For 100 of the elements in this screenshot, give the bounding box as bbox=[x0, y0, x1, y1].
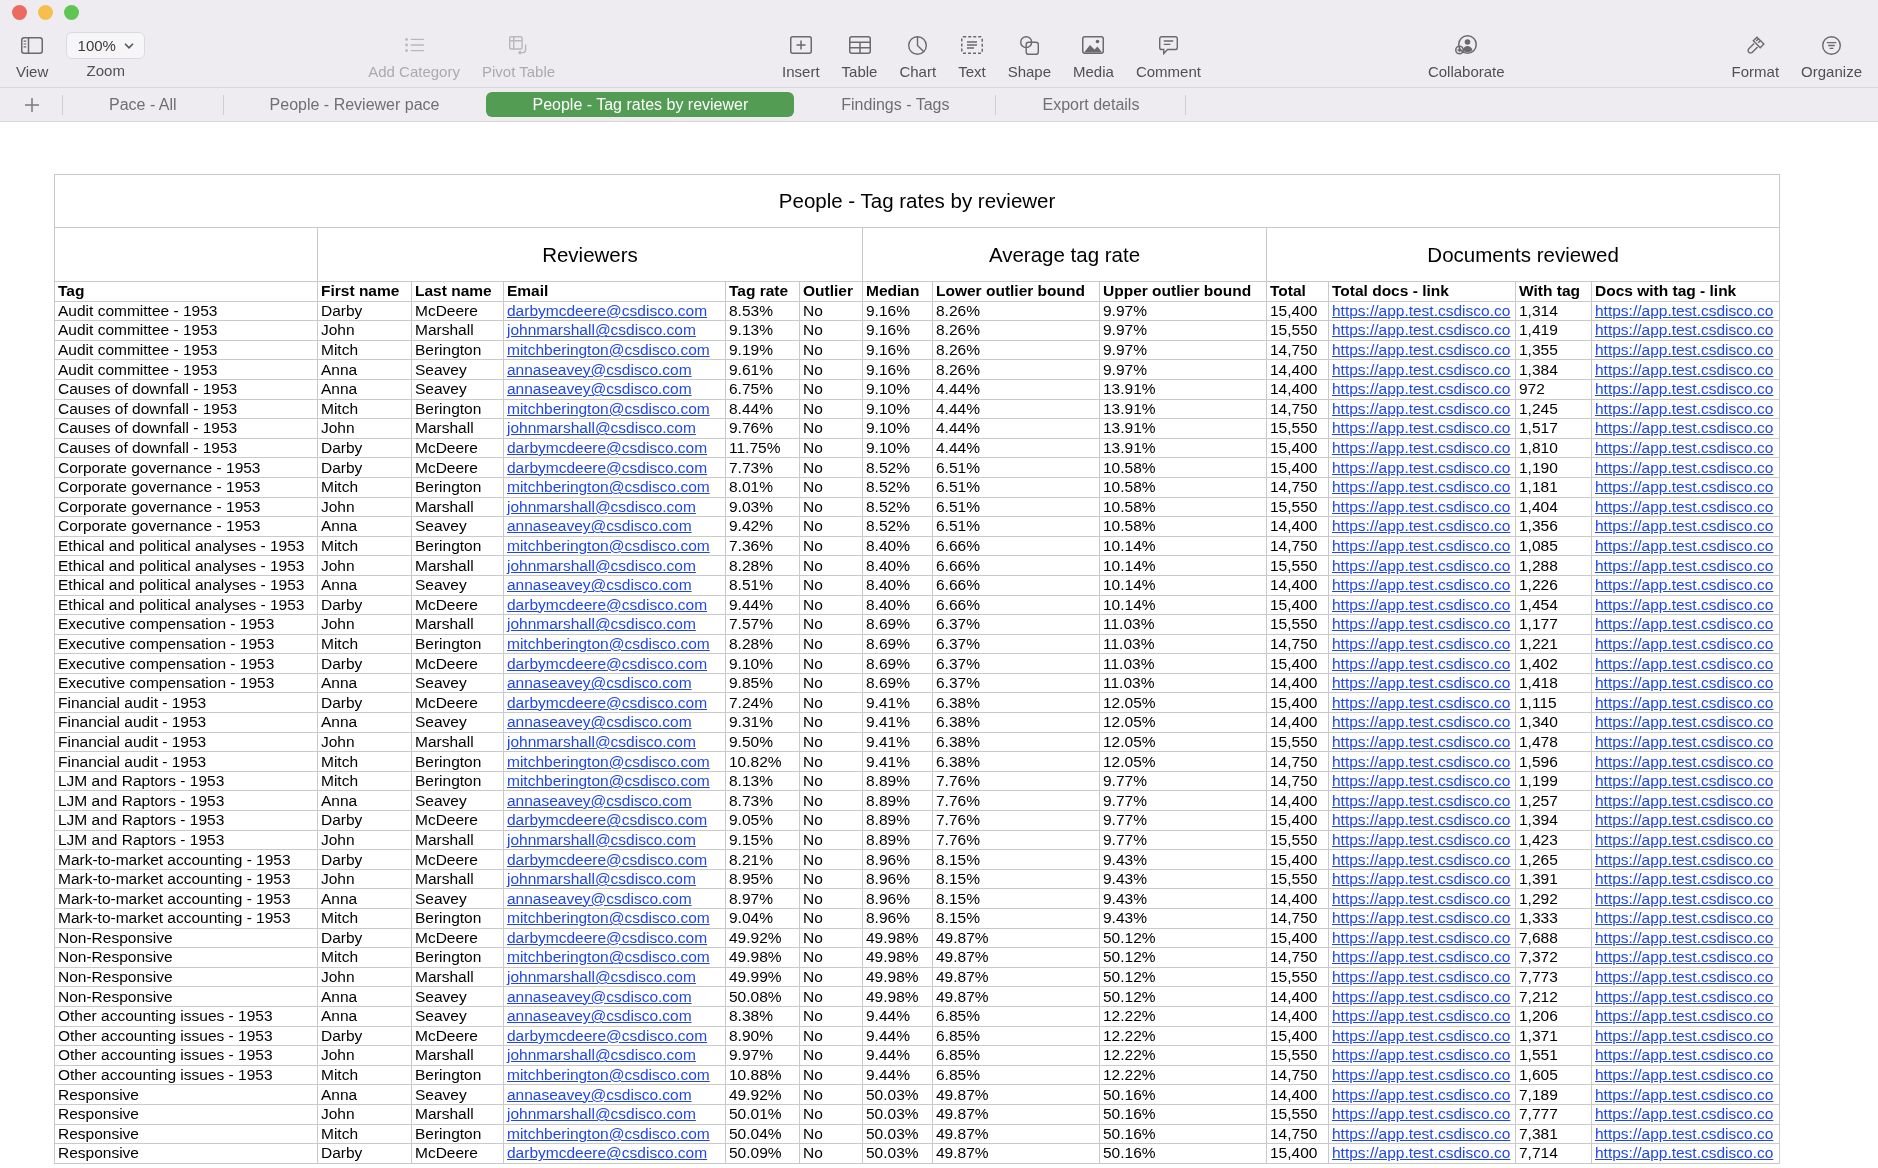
table-cell: Berington bbox=[411, 1065, 504, 1085]
table-cell: No bbox=[799, 771, 863, 791]
table-cell: Other accounting issues - 1953 bbox=[54, 1045, 318, 1066]
table-cell: 1,371 bbox=[1515, 1026, 1592, 1046]
table-cell: 8.96% bbox=[862, 888, 933, 909]
table-cell: Non-Responsive bbox=[54, 947, 318, 968]
image-icon bbox=[1082, 36, 1105, 54]
table-cell: 8.15% bbox=[932, 869, 1100, 889]
table-cell: Anna bbox=[317, 673, 412, 693]
toolbar-button[interactable]: Comment bbox=[1131, 33, 1205, 81]
table-cell: 9.10% bbox=[725, 653, 800, 674]
table-cell: 8.52% bbox=[862, 477, 933, 498]
table-cell: 14,400 bbox=[1266, 673, 1329, 693]
toolbar-button[interactable]: Organize bbox=[1797, 33, 1866, 81]
table-cell: 9.77% bbox=[1099, 830, 1267, 850]
table-cell: John bbox=[317, 320, 412, 341]
table-cell: 9.97% bbox=[725, 1045, 800, 1066]
table-cell: 14,400 bbox=[1266, 379, 1329, 400]
table-cell: 9.44% bbox=[862, 1045, 933, 1066]
table-cell: 49.87% bbox=[932, 1104, 1100, 1125]
table-cell: 14,750 bbox=[1266, 771, 1329, 791]
list-icon bbox=[404, 38, 424, 52]
table-cell: Darby bbox=[317, 692, 412, 713]
table-cell: Causes of downfall - 1953 bbox=[54, 418, 318, 439]
table-cell: No bbox=[799, 1006, 863, 1027]
table-cell: 50.09% bbox=[725, 1143, 800, 1164]
table-cell: 9.97% bbox=[1099, 301, 1267, 321]
table-cell: 15,400 bbox=[1266, 810, 1329, 831]
table-cell: Anna bbox=[317, 1006, 412, 1027]
toolbar-button[interactable]: Media bbox=[1069, 33, 1118, 81]
table-cell: Executive compensation - 1953 bbox=[54, 634, 318, 654]
column-group-header: Documents reviewed bbox=[1266, 227, 1780, 282]
table-cell: 1,355 bbox=[1515, 340, 1592, 360]
zoom-dropdown[interactable]: 100% bbox=[66, 32, 146, 59]
table-cell: No bbox=[799, 888, 863, 909]
table-cell: 9.44% bbox=[862, 1026, 933, 1046]
table-cell: McDeere bbox=[411, 301, 504, 321]
table-cell: Mitch bbox=[317, 1124, 412, 1144]
toolbar-button[interactable]: Format bbox=[1727, 33, 1784, 81]
table-cell: 1,551 bbox=[1515, 1045, 1592, 1066]
table-cell: 7,773 bbox=[1515, 967, 1592, 987]
table-cell: 9.85% bbox=[725, 673, 800, 693]
toolbar-button[interactable]: Collaborate bbox=[1423, 33, 1509, 81]
window-zoom-button[interactable] bbox=[64, 5, 79, 20]
table-cell: 9.19% bbox=[725, 340, 800, 360]
window-minimize-button[interactable] bbox=[38, 5, 53, 20]
sheet-tab[interactable]: People - Reviewer pace bbox=[223, 92, 486, 117]
table-cell: 1,394 bbox=[1515, 810, 1592, 831]
table-cell: McDeere bbox=[411, 928, 504, 948]
table-cell: 8.26% bbox=[932, 340, 1100, 360]
table-cell: John bbox=[317, 497, 412, 517]
table-cell: 1,605 bbox=[1515, 1065, 1592, 1085]
table-cell: 9.41% bbox=[862, 692, 933, 713]
table-cell: 6.66% bbox=[932, 595, 1100, 615]
toolbar-button[interactable]: Insert bbox=[778, 33, 824, 81]
table-cell: No bbox=[799, 340, 863, 360]
table-cell: 7.76% bbox=[932, 810, 1100, 831]
table-cell: 8.40% bbox=[862, 555, 933, 576]
column-header: Tag bbox=[54, 281, 318, 302]
table-cell: 7,372 bbox=[1515, 947, 1592, 968]
table-cell: 6.38% bbox=[932, 692, 1100, 713]
toolbar-button[interactable]: Shape bbox=[1003, 33, 1055, 81]
table-cell: Seavey bbox=[411, 888, 504, 909]
table-cell: 4.44% bbox=[932, 438, 1100, 458]
table-cell: 10.58% bbox=[1099, 457, 1267, 478]
table-cell: 14,750 bbox=[1266, 751, 1329, 772]
table-cell: 1,257 bbox=[1515, 790, 1592, 811]
table-cell: 1,265 bbox=[1515, 849, 1592, 870]
table-cell: 1,418 bbox=[1515, 673, 1592, 693]
table-cell: 9.43% bbox=[1099, 908, 1267, 929]
column-header: Outlier bbox=[799, 281, 863, 302]
table-cell: 49.87% bbox=[932, 986, 1100, 1007]
table-cell: 14,400 bbox=[1266, 516, 1329, 537]
table-cell: Financial audit - 1953 bbox=[54, 751, 318, 772]
table-cell: 6.66% bbox=[932, 536, 1100, 556]
table-cell: 6.85% bbox=[932, 1026, 1100, 1046]
table-cell: 6.85% bbox=[932, 1006, 1100, 1027]
table-cell: Mark-to-market accounting - 1953 bbox=[54, 908, 318, 929]
toolbar-button[interactable]: Chart bbox=[895, 33, 941, 81]
table-cell: 6.37% bbox=[932, 653, 1100, 674]
toolbar-button[interactable]: Text bbox=[954, 33, 990, 81]
table-cell: McDeere bbox=[411, 1143, 504, 1164]
table-cell: 8.52% bbox=[862, 516, 933, 537]
toolbar-button[interactable]: View bbox=[12, 33, 53, 81]
table-cell: 14,400 bbox=[1266, 1084, 1329, 1105]
table-cell: Darby bbox=[317, 810, 412, 831]
table-cell: Other accounting issues - 1953 bbox=[54, 1026, 318, 1046]
table-cell: 14,750 bbox=[1266, 399, 1329, 419]
table-cell: 15,400 bbox=[1266, 653, 1329, 674]
toolbar-button[interactable]: Table bbox=[837, 33, 882, 81]
table-cell: 9.77% bbox=[1099, 790, 1267, 811]
sheet-tab[interactable]: Pace - All bbox=[63, 92, 223, 117]
sheet-tab[interactable]: Export details bbox=[996, 92, 1186, 117]
window-close-button[interactable] bbox=[12, 5, 27, 20]
table-cell: 1,402 bbox=[1515, 653, 1592, 674]
table-cell: Seavey bbox=[411, 673, 504, 693]
table-cell: 7.73% bbox=[725, 457, 800, 478]
sheet-tab[interactable]: Findings - Tags bbox=[795, 92, 996, 117]
chevron-down-icon bbox=[123, 42, 134, 49]
table-cell: 14,400 bbox=[1266, 888, 1329, 909]
